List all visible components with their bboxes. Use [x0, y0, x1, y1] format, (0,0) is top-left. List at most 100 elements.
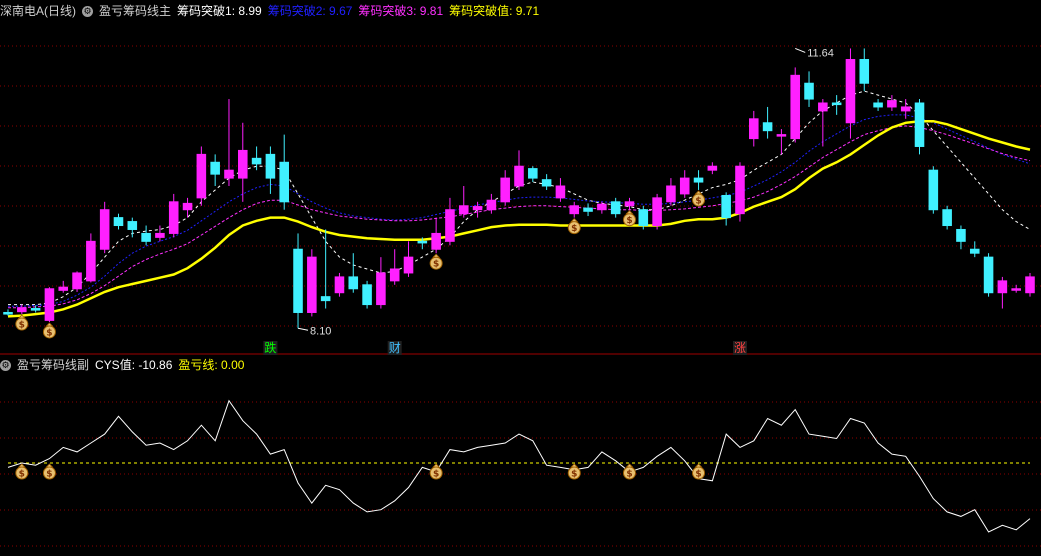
money-bag-icon: $ [433, 260, 439, 270]
candle-up [624, 201, 635, 207]
candle-up [472, 206, 483, 211]
candle-up [790, 74, 800, 140]
candle-up [500, 177, 510, 203]
candle-down [983, 256, 994, 294]
money-bag-icon: $ [433, 470, 439, 480]
sub-panel-header: ⚙ 盈亏筹码线副 CYS值: -10.86 盈亏线: 0.00 [0, 356, 250, 374]
candle-up [58, 286, 69, 291]
candle-down [113, 217, 124, 227]
candle-up [86, 240, 96, 282]
candle-up [486, 199, 497, 211]
candle-up [1011, 288, 1021, 291]
legend-item-breakout-3: 筹码突破3: 9.81 [358, 4, 444, 18]
candle-down [30, 308, 41, 311]
gear-icon[interactable]: ⚙ [0, 359, 11, 371]
money-bag-icon [570, 463, 579, 468]
legend-item-profit-line: 盈亏线: 0.00 [178, 358, 245, 372]
chart-canvas[interactable]: 11.64 8.10 跌 财 涨 $ $ $ $ $ $ $ $ $ $ $ $ [0, 0, 1041, 556]
candle-down [638, 209, 649, 227]
candle-down [362, 284, 372, 306]
candle-down [942, 209, 952, 227]
stock-title[interactable]: 深南电A(日线) [0, 2, 76, 20]
sub-panel-grid [0, 401, 1041, 547]
money-bag-icon: $ [695, 470, 701, 480]
indicator-name-main[interactable]: 盈亏筹码线主 [99, 2, 171, 20]
candle-up [1025, 276, 1035, 294]
money-bag-icon [694, 463, 703, 468]
candle-up [155, 232, 165, 238]
money-bag-icon: $ [46, 328, 52, 338]
indicator-name-sub[interactable]: 盈亏筹码线副 [17, 356, 89, 374]
candle-up [514, 165, 524, 187]
money-bag-icon [45, 463, 54, 468]
candle-up [307, 256, 317, 313]
candle-down [141, 232, 151, 242]
candle-up [749, 118, 759, 140]
candle-down [928, 169, 939, 211]
marker-label: 跌 [264, 340, 276, 355]
candle-up [900, 106, 911, 112]
money-bag-icon [625, 463, 634, 468]
candle-up [196, 153, 207, 199]
legend-item-breakout-1: 筹码突破1: 8.99 [177, 4, 262, 18]
candle-down [831, 102, 842, 106]
candle-up [445, 209, 455, 242]
candle-up [707, 165, 718, 171]
candle-down [528, 168, 538, 179]
money-bag-icon: $ [46, 470, 52, 480]
low-price-label: 8.10 [310, 325, 331, 337]
candle-up [555, 185, 566, 199]
money-bag-icon [625, 210, 634, 215]
candle-down [279, 161, 289, 203]
candle-up [334, 276, 345, 294]
sub-annotations: $ $ $ $ $ $ [15, 463, 706, 480]
money-bag-icon: $ [626, 216, 632, 226]
candle-up [679, 177, 690, 195]
money-bag-icon: $ [626, 470, 632, 480]
money-bag-icon: $ [19, 470, 25, 480]
candle-down [762, 122, 773, 132]
candle-up [997, 280, 1008, 294]
money-bag-icon: $ [19, 321, 25, 331]
legend-item-breakout-value: 筹码突破值: 9.71 [449, 4, 540, 18]
sub-indicator-lines [7, 399, 1031, 533]
candle-up [72, 272, 82, 290]
cys-line [7, 399, 1031, 533]
candle-down [251, 157, 262, 165]
money-bag-icon [570, 218, 579, 223]
candle-up [597, 203, 607, 211]
candle-up [569, 205, 580, 215]
candle-down [348, 276, 359, 290]
candle-up [17, 307, 27, 313]
money-bag-icon [432, 253, 441, 258]
main-panel-header: 深南电A(日线) ⚙ 盈亏筹码线主 筹码突破1: 8.99 筹码突破2: 9.6… [0, 2, 545, 20]
gear-icon[interactable]: ⚙ [82, 5, 93, 17]
candle-down [127, 221, 138, 230]
candle-up [44, 288, 55, 321]
main-panel-grid [0, 45, 1041, 355]
candle-up [224, 169, 234, 179]
candle-up [845, 59, 856, 124]
low-pointer [297, 327, 309, 331]
candle-up [389, 268, 400, 282]
money-bag-icon [17, 463, 26, 468]
candle-up [168, 201, 179, 234]
candle-down [417, 240, 428, 244]
candle-up [887, 100, 897, 108]
candle-up [431, 232, 441, 250]
candle-down [293, 248, 303, 313]
candle-down [873, 102, 883, 108]
candle-down [265, 153, 276, 179]
candle-up [652, 197, 662, 227]
legend-item-cys: CYS值: -10.86 [95, 358, 173, 372]
candle-up [818, 102, 828, 112]
candle-up [666, 185, 676, 203]
candle-up [458, 205, 469, 215]
candle-down [693, 177, 704, 183]
candle-down [969, 248, 980, 254]
money-bag-icon [432, 463, 441, 468]
candlestick-series[interactable] [3, 48, 1035, 329]
candle-down [956, 228, 966, 242]
candle-up [376, 272, 386, 306]
candle-down [541, 179, 552, 187]
